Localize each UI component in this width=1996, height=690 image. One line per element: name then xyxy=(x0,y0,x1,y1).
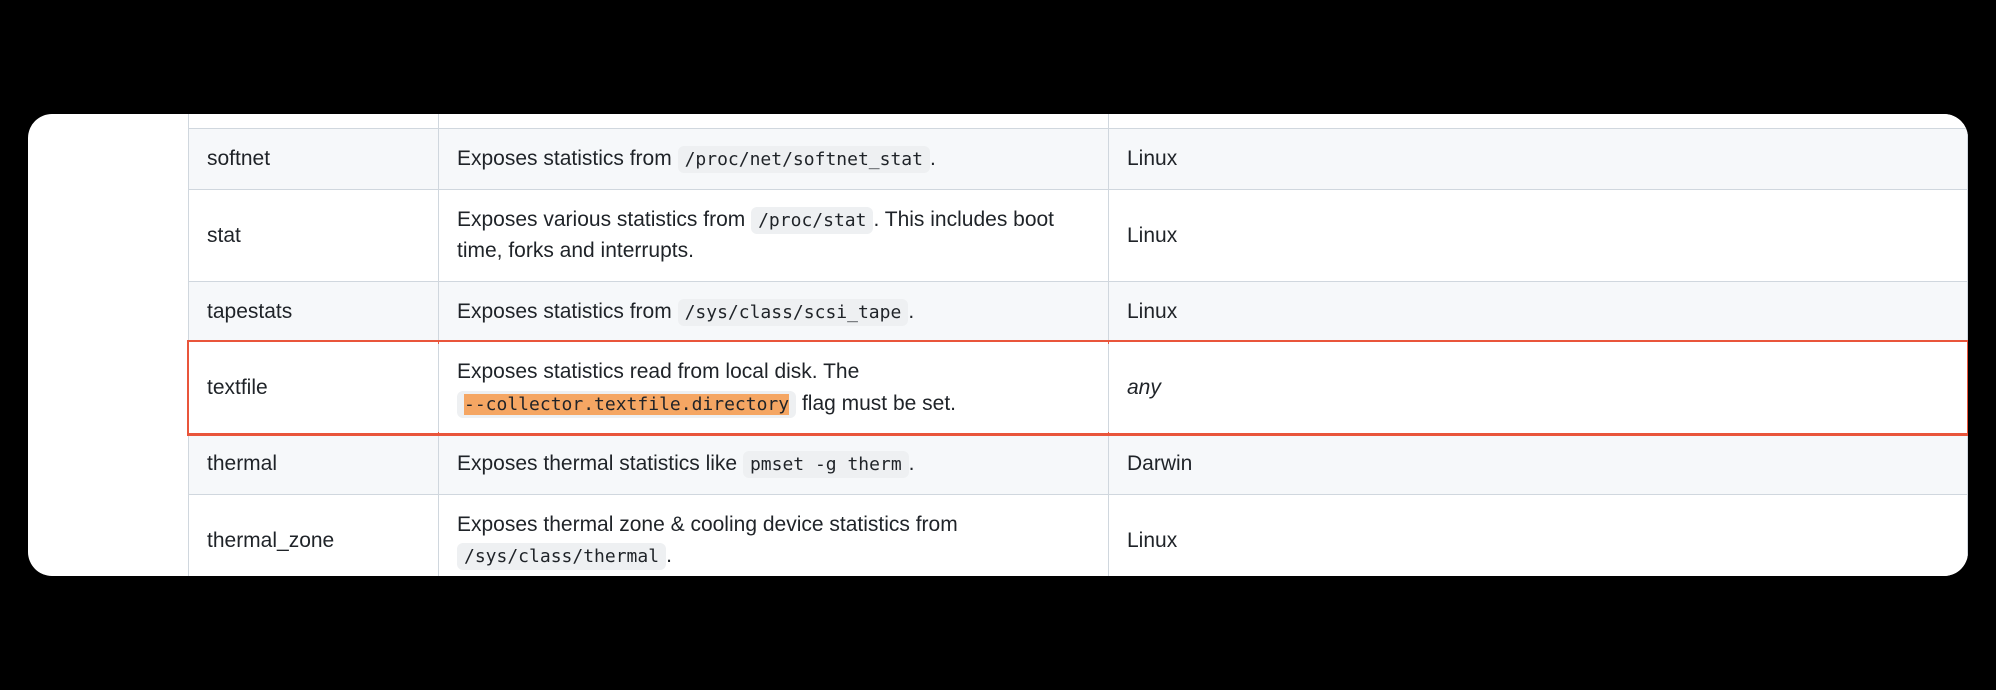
desc-text: Exposes thermal zone & cooling device st… xyxy=(457,513,958,536)
desc-text: . xyxy=(930,147,936,170)
desc-text: . xyxy=(666,544,672,567)
desc-text: Exposes statistics read from local disk.… xyxy=(457,360,859,383)
collector-os-cell: Linux xyxy=(1109,281,1968,342)
collectors-table: softnet Exposes statistics from /proc/ne… xyxy=(188,114,1968,576)
collector-name-cell: textfile xyxy=(189,342,439,434)
table-row: thermal_zone Exposes thermal zone & cool… xyxy=(189,494,1968,576)
collector-name: thermal_zone xyxy=(207,529,334,552)
collector-os-cell: Linux xyxy=(1109,129,1968,190)
desc-text: Exposes statistics from xyxy=(457,300,678,323)
os-name: any xyxy=(1127,376,1161,399)
collector-desc-cell: Exposes statistics read from local disk.… xyxy=(439,342,1109,434)
code-path: --collector.textfile.directory xyxy=(457,391,796,418)
table-row-highlighted: textfile Exposes statistics read from lo… xyxy=(189,342,1968,434)
collector-name: stat xyxy=(207,224,241,247)
table-row: stat Exposes various statistics from /pr… xyxy=(189,189,1968,281)
collector-desc-cell xyxy=(439,114,1109,129)
collector-os-cell: any xyxy=(1109,342,1968,434)
collector-name: softnet xyxy=(207,147,270,170)
collector-desc-cell: Exposes statistics from /proc/net/softne… xyxy=(439,129,1109,190)
os-name: Darwin xyxy=(1127,452,1192,475)
collector-os-cell: Linux xyxy=(1109,494,1968,576)
os-name: Linux xyxy=(1127,529,1177,552)
collector-os-cell: Darwin xyxy=(1109,434,1968,495)
code-path: /proc/net/softnet_stat xyxy=(678,146,930,173)
desc-text: Exposes various statistics from xyxy=(457,208,751,231)
collector-desc-cell: Exposes various statistics from /proc/st… xyxy=(439,189,1109,281)
collector-name: thermal xyxy=(207,452,277,475)
table-row xyxy=(189,114,1968,129)
collector-desc-cell: Exposes thermal statistics like pmset -g… xyxy=(439,434,1109,495)
collector-name-cell xyxy=(189,114,439,129)
os-name: Linux xyxy=(1127,224,1177,247)
collector-desc-cell: Exposes thermal zone & cooling device st… xyxy=(439,494,1109,576)
desc-text: flag must be set. xyxy=(796,392,956,415)
table-row: thermal Exposes thermal statistics like … xyxy=(189,434,1968,495)
collector-name: tapestats xyxy=(207,300,292,323)
desc-text: Exposes statistics from xyxy=(457,147,678,170)
collector-name-cell: thermal_zone xyxy=(189,494,439,576)
code-path: /proc/stat xyxy=(751,207,873,234)
desc-text: Exposes thermal statistics like xyxy=(457,452,743,475)
code-path: pmset -g therm xyxy=(743,451,909,478)
collector-name-cell: softnet xyxy=(189,129,439,190)
collector-name-cell: tapestats xyxy=(189,281,439,342)
collector-name-cell: stat xyxy=(189,189,439,281)
collector-name: textfile xyxy=(207,376,268,399)
document-card: softnet Exposes statistics from /proc/ne… xyxy=(28,114,1968,576)
collector-name-cell: thermal xyxy=(189,434,439,495)
code-path: /sys/class/scsi_tape xyxy=(678,299,909,326)
desc-text: . xyxy=(908,300,914,323)
desc-text: . xyxy=(909,452,915,475)
highlight-mark: --collector.textfile.directory xyxy=(464,394,789,415)
content-wrapper: softnet Exposes statistics from /proc/ne… xyxy=(28,114,1968,576)
collector-os-cell xyxy=(1109,114,1968,129)
table-row: softnet Exposes statistics from /proc/ne… xyxy=(189,129,1968,190)
os-name: Linux xyxy=(1127,147,1177,170)
collector-os-cell: Linux xyxy=(1109,189,1968,281)
code-path: /sys/class/thermal xyxy=(457,543,666,570)
table-row: tapestats Exposes statistics from /sys/c… xyxy=(189,281,1968,342)
os-name: Linux xyxy=(1127,300,1177,323)
collector-desc-cell: Exposes statistics from /sys/class/scsi_… xyxy=(439,281,1109,342)
